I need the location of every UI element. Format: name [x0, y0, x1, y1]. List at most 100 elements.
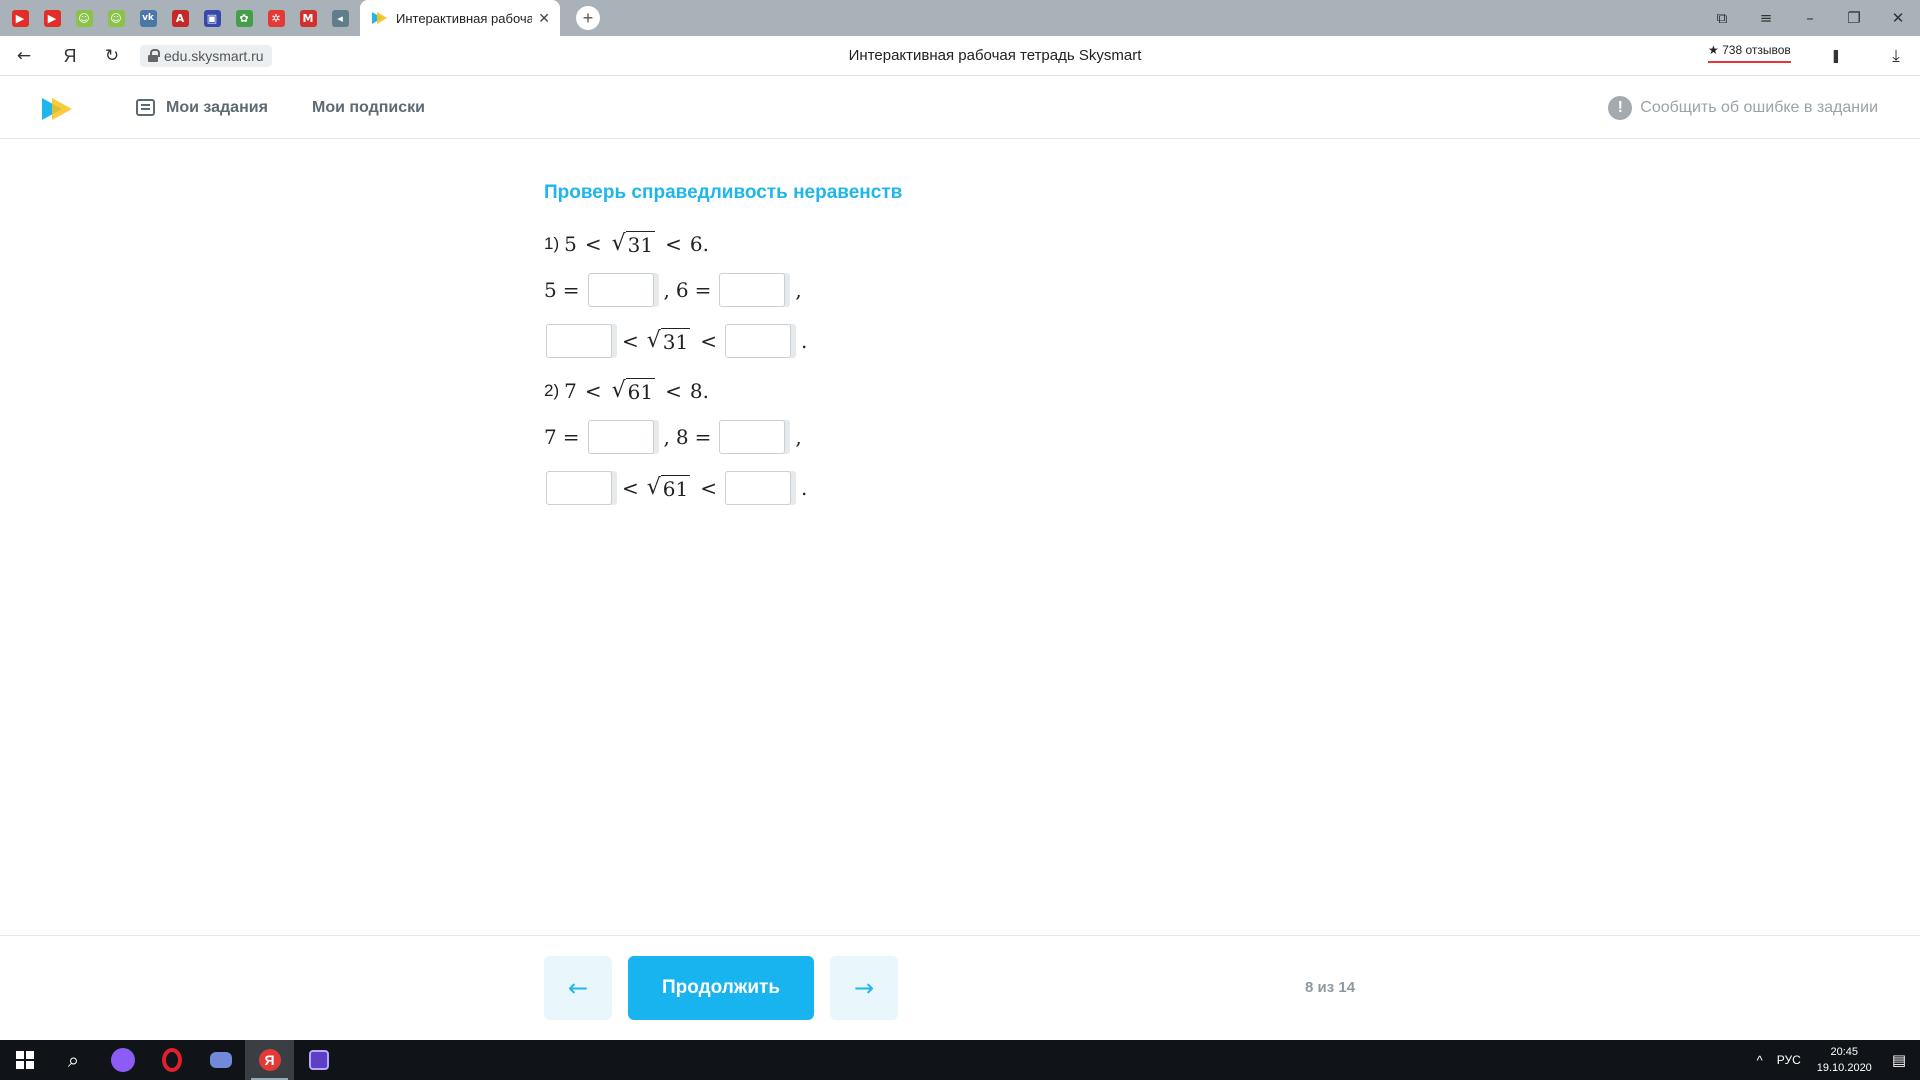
- radicand: 31: [625, 230, 656, 257]
- opera-app[interactable]: [147, 1040, 196, 1080]
- my-tasks-link[interactable]: Мои задания: [136, 76, 268, 139]
- footer-divider: [0, 935, 1920, 936]
- youtube-icon: ▶: [11, 9, 29, 27]
- discord-icon: [209, 1052, 232, 1068]
- p1-left-value: 5: [544, 278, 557, 302]
- address-bar: Интерактивная рабочая тетрадь Skysmart ←…: [0, 36, 1920, 76]
- clock[interactable]: 20:45 19.10.2020: [1817, 1044, 1872, 1076]
- pinned-tab-mascot-1[interactable]: ☺: [68, 0, 100, 36]
- sqrt-expression: √ 61: [612, 377, 656, 405]
- period: .: [801, 329, 808, 353]
- tasks-icon: [136, 99, 155, 116]
- eq-sign: =: [694, 278, 712, 302]
- arrow-left-icon: ←: [567, 974, 589, 1002]
- new-tab-button[interactable]: +: [576, 6, 600, 30]
- sqrt-sign: √: [646, 474, 661, 500]
- menu-icon[interactable]: ≡: [1744, 9, 1788, 27]
- browser-tab-strip: ▶ ▶ ☺ ☺ vk A ▣ ✿ ✲ M ◂ Интерактивная раб…: [0, 0, 1920, 36]
- plant-icon: ✿: [235, 9, 253, 27]
- sqrt-sign: √: [611, 230, 626, 256]
- problem-2-statement: 2) 7 < √ 61 < 8 .: [544, 374, 709, 408]
- report-error-label: Сообщить об ошибке в задании: [1640, 98, 1878, 116]
- url-field[interactable]: edu.skysmart.ru: [140, 45, 272, 67]
- answer-input[interactable]: [587, 273, 654, 307]
- answer-input[interactable]: [725, 471, 792, 505]
- yandex-browser-app[interactable]: Я: [245, 1040, 294, 1080]
- lt-sign: <: [584, 232, 602, 256]
- close-window-icon[interactable]: ✕: [1876, 9, 1920, 27]
- star-icon: ★: [1708, 43, 1719, 57]
- reviews-count: 738 отзывов: [1722, 43, 1791, 57]
- pinned-tab-mascot-2[interactable]: ☺: [100, 0, 132, 36]
- skysmart-favicon-icon: [372, 12, 387, 24]
- lt-sign: <: [700, 329, 718, 353]
- bookmark-icon[interactable]: ❚: [1822, 36, 1850, 76]
- yandex-icon[interactable]: Я: [56, 36, 84, 76]
- system-tray: ^ РУС 20:45 19.10.2020 ▤: [1757, 1040, 1920, 1080]
- letter-m-icon: M: [299, 9, 317, 27]
- pinned-tab-m[interactable]: M: [292, 0, 324, 36]
- windows-taskbar: ⌕ Я ^ РУС 20:45 19.10.2020 ▤: [0, 1040, 1920, 1080]
- comma: ,: [795, 425, 802, 449]
- sqrt-expression: √ 31: [646, 327, 691, 355]
- pinned-tab-youtube-1[interactable]: ▶: [4, 0, 36, 36]
- active-tab[interactable]: Интерактивная рабоча ✕: [360, 0, 560, 36]
- reload-icon[interactable]: ↻: [98, 36, 126, 76]
- start-button[interactable]: [0, 1040, 49, 1080]
- close-tab-icon[interactable]: ✕: [538, 10, 550, 27]
- mascot-icon: ☺: [107, 9, 125, 27]
- lt-sign: <: [665, 232, 682, 256]
- pinned-tab-vk[interactable]: vk: [132, 0, 164, 36]
- eq-sign: =: [694, 425, 712, 449]
- report-error-link[interactable]: ! Сообщить об ошибке в задании: [1608, 76, 1878, 139]
- alice-app[interactable]: [98, 1040, 147, 1080]
- eq-sign: =: [562, 425, 580, 449]
- answer-input[interactable]: [719, 420, 786, 454]
- discord-app[interactable]: [196, 1040, 245, 1080]
- sqrt-expression: √ 31: [611, 230, 656, 258]
- next-task-button[interactable]: →: [830, 956, 898, 1020]
- comma: ,: [663, 425, 670, 449]
- back-arrow-icon[interactable]: ←: [10, 36, 38, 76]
- answer-input[interactable]: [546, 324, 612, 358]
- download-icon[interactable]: ⤓: [1882, 36, 1910, 76]
- search-button[interactable]: ⌕: [49, 1040, 98, 1080]
- previous-task-button[interactable]: ←: [544, 956, 612, 1020]
- pinned-tab-plant[interactable]: ✿: [228, 0, 260, 36]
- p2-right-value: 8: [675, 425, 689, 449]
- pinned-tab-a[interactable]: A: [164, 0, 196, 36]
- pinned-tab-youtube-2[interactable]: ▶: [36, 0, 68, 36]
- tabs-overview-icon[interactable]: ⧉: [1700, 9, 1744, 27]
- pinned-tab-gear[interactable]: ✲: [260, 0, 292, 36]
- my-tasks-label: Мои задания: [166, 98, 268, 116]
- answer-input[interactable]: [719, 273, 786, 307]
- tray-expand-icon[interactable]: ^: [1757, 1053, 1763, 1068]
- purple-app[interactable]: [294, 1040, 343, 1080]
- pinned-tab-speaker[interactable]: ◂: [324, 0, 356, 36]
- language-indicator[interactable]: РУС: [1777, 1053, 1801, 1067]
- reviews-badge[interactable]: ★ 738 отзывов: [1708, 43, 1791, 63]
- my-subscriptions-link[interactable]: Мои подписки: [312, 76, 425, 139]
- continue-button[interactable]: Продолжить: [628, 956, 814, 1020]
- window-controls: ⧉ ≡ – ❐ ✕: [1700, 0, 1920, 36]
- speaker-icon: ◂: [331, 9, 349, 27]
- p2-left-value: 7: [544, 425, 557, 449]
- minimize-icon[interactable]: –: [1788, 9, 1832, 27]
- answer-input[interactable]: [587, 420, 654, 454]
- search-icon: ⌕: [67, 1048, 80, 1072]
- answer-input[interactable]: [725, 324, 792, 358]
- notifications-icon[interactable]: ▤: [1892, 1051, 1906, 1069]
- gear-icon: ✲: [267, 9, 285, 27]
- sqrt-sign: √: [646, 327, 661, 353]
- restore-icon[interactable]: ❐: [1832, 9, 1876, 27]
- p2-right-value: 8: [689, 379, 703, 403]
- skysmart-logo[interactable]: [42, 98, 76, 122]
- period: .: [702, 232, 709, 256]
- problem-1-squares: 5 = , 6 = ,: [544, 273, 802, 307]
- eq-sign: =: [562, 278, 580, 302]
- answer-input[interactable]: [546, 471, 612, 505]
- browser-page-title: Интерактивная рабочая тетрадь Skysmart: [848, 47, 1142, 64]
- problem-1-statement: 1) 5 < √ 31 < 6 .: [544, 227, 709, 261]
- windows-logo-icon: [15, 1051, 34, 1069]
- pinned-tab-image[interactable]: ▣: [196, 0, 228, 36]
